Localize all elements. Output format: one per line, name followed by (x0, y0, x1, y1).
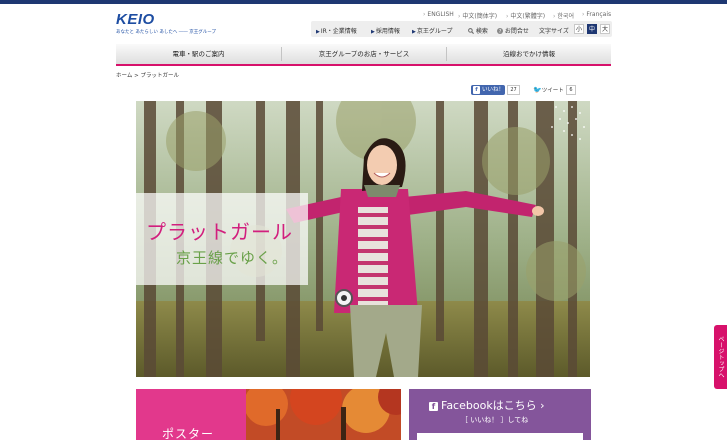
page-top-button[interactable]: ページトップへ (714, 325, 727, 389)
utility-bar: ▶IR・企業情報 ▶採用情報 ▶京王グループ 検索 ? お問合せ 文字サイズ 小… (311, 21, 612, 37)
ir-link[interactable]: ▶IR・企業情報 (316, 26, 357, 35)
group-link-label: 京王グループ (416, 28, 453, 35)
nav-outing-info[interactable]: 沿線おでかけ情報 (447, 44, 611, 64)
facebook-widget (417, 433, 583, 440)
lang-korean[interactable]: 한국어 (553, 11, 574, 20)
breadcrumb-home[interactable]: ホーム (116, 73, 132, 79)
tweet-count: 6 (566, 85, 576, 95)
contact-link[interactable]: ? お問合せ (497, 26, 529, 35)
font-size-medium-button[interactable]: 中 (587, 24, 597, 34)
search-link[interactable]: 検索 (468, 26, 488, 35)
search-icon (468, 28, 474, 34)
recruit-link-label: 採用情報 (375, 28, 400, 35)
lang-chinese-traditional[interactable]: 中文(繁體字) (506, 11, 545, 20)
keio-logo[interactable]: KEIO あなたと あたらしい あしたへ ―― 京王グループ (116, 11, 216, 36)
recruit-link[interactable]: ▶採用情報 (371, 26, 400, 35)
lang-french[interactable]: Français (582, 11, 611, 18)
autumn-photo (246, 389, 401, 440)
tweet-button[interactable]: 🐦ツイート (533, 85, 567, 95)
facebook-like-button[interactable]: f いいね！ (471, 85, 505, 95)
ir-link-label: IR・企業情報 (320, 28, 357, 35)
breadcrumb: ホーム > プラットガール (116, 71, 179, 79)
poster-banner[interactable]: ポスター (136, 389, 401, 440)
hero-subtitle: 京王線でゆく。 (176, 249, 289, 267)
font-size-small-button[interactable]: 小 (574, 24, 584, 34)
search-link-label: 検索 (475, 28, 488, 35)
facebook-banner-title: f Facebookはこちら › (429, 397, 545, 413)
lang-chinese-simplified[interactable]: 中文(簡体字) (458, 11, 497, 20)
nav-group-services[interactable]: 京王グループのお店・サービス (282, 44, 446, 64)
facebook-banner-text: Facebookはこちら (441, 399, 537, 412)
arrow-icon: ▶ (316, 29, 320, 35)
lang-english[interactable]: ENGLISH (423, 11, 453, 18)
twitter-icon: 🐦 (533, 86, 542, 94)
facebook-banner[interactable]: f Facebookはこちら › ［ いいね！ ］してね (409, 389, 591, 440)
tweet-label: ツイート (541, 88, 564, 94)
breadcrumb-current: プラットガール (140, 73, 179, 79)
help-icon: ? (497, 28, 503, 35)
facebook-banner-sub: ［ いいね！ ］してね (461, 416, 529, 424)
nav-train-station[interactable]: 電車・駅のご案内 (116, 44, 281, 64)
arrow-icon: › (536, 399, 545, 412)
arrow-icon: ▶ (371, 29, 375, 35)
top-bar (0, 0, 727, 4)
poster-label: ポスター (162, 427, 215, 440)
hero-image[interactable]: プラットガール 京王線でゆく。 (136, 101, 590, 377)
font-size-label: 文字サイズ (539, 28, 569, 35)
facebook-icon: f (429, 402, 438, 411)
font-size-large-button[interactable]: 大 (600, 24, 610, 34)
hero-title: プラットガール (146, 220, 293, 244)
global-nav: 電車・駅のご案内 京王グループのお店・サービス 沿線おでかけ情報 (116, 44, 611, 66)
like-count: 27 (507, 85, 520, 95)
like-label: いいね！ (482, 87, 505, 93)
facebook-icon: f (473, 86, 480, 94)
contact-link-label: お問合せ (504, 28, 529, 35)
logo-tagline: あなたと あたらしい あしたへ ―― 京王グループ (116, 30, 216, 35)
arrow-icon: ▶ (412, 29, 416, 35)
group-link[interactable]: ▶京王グループ (412, 26, 453, 35)
logo-wordmark: KEIO (116, 11, 155, 28)
